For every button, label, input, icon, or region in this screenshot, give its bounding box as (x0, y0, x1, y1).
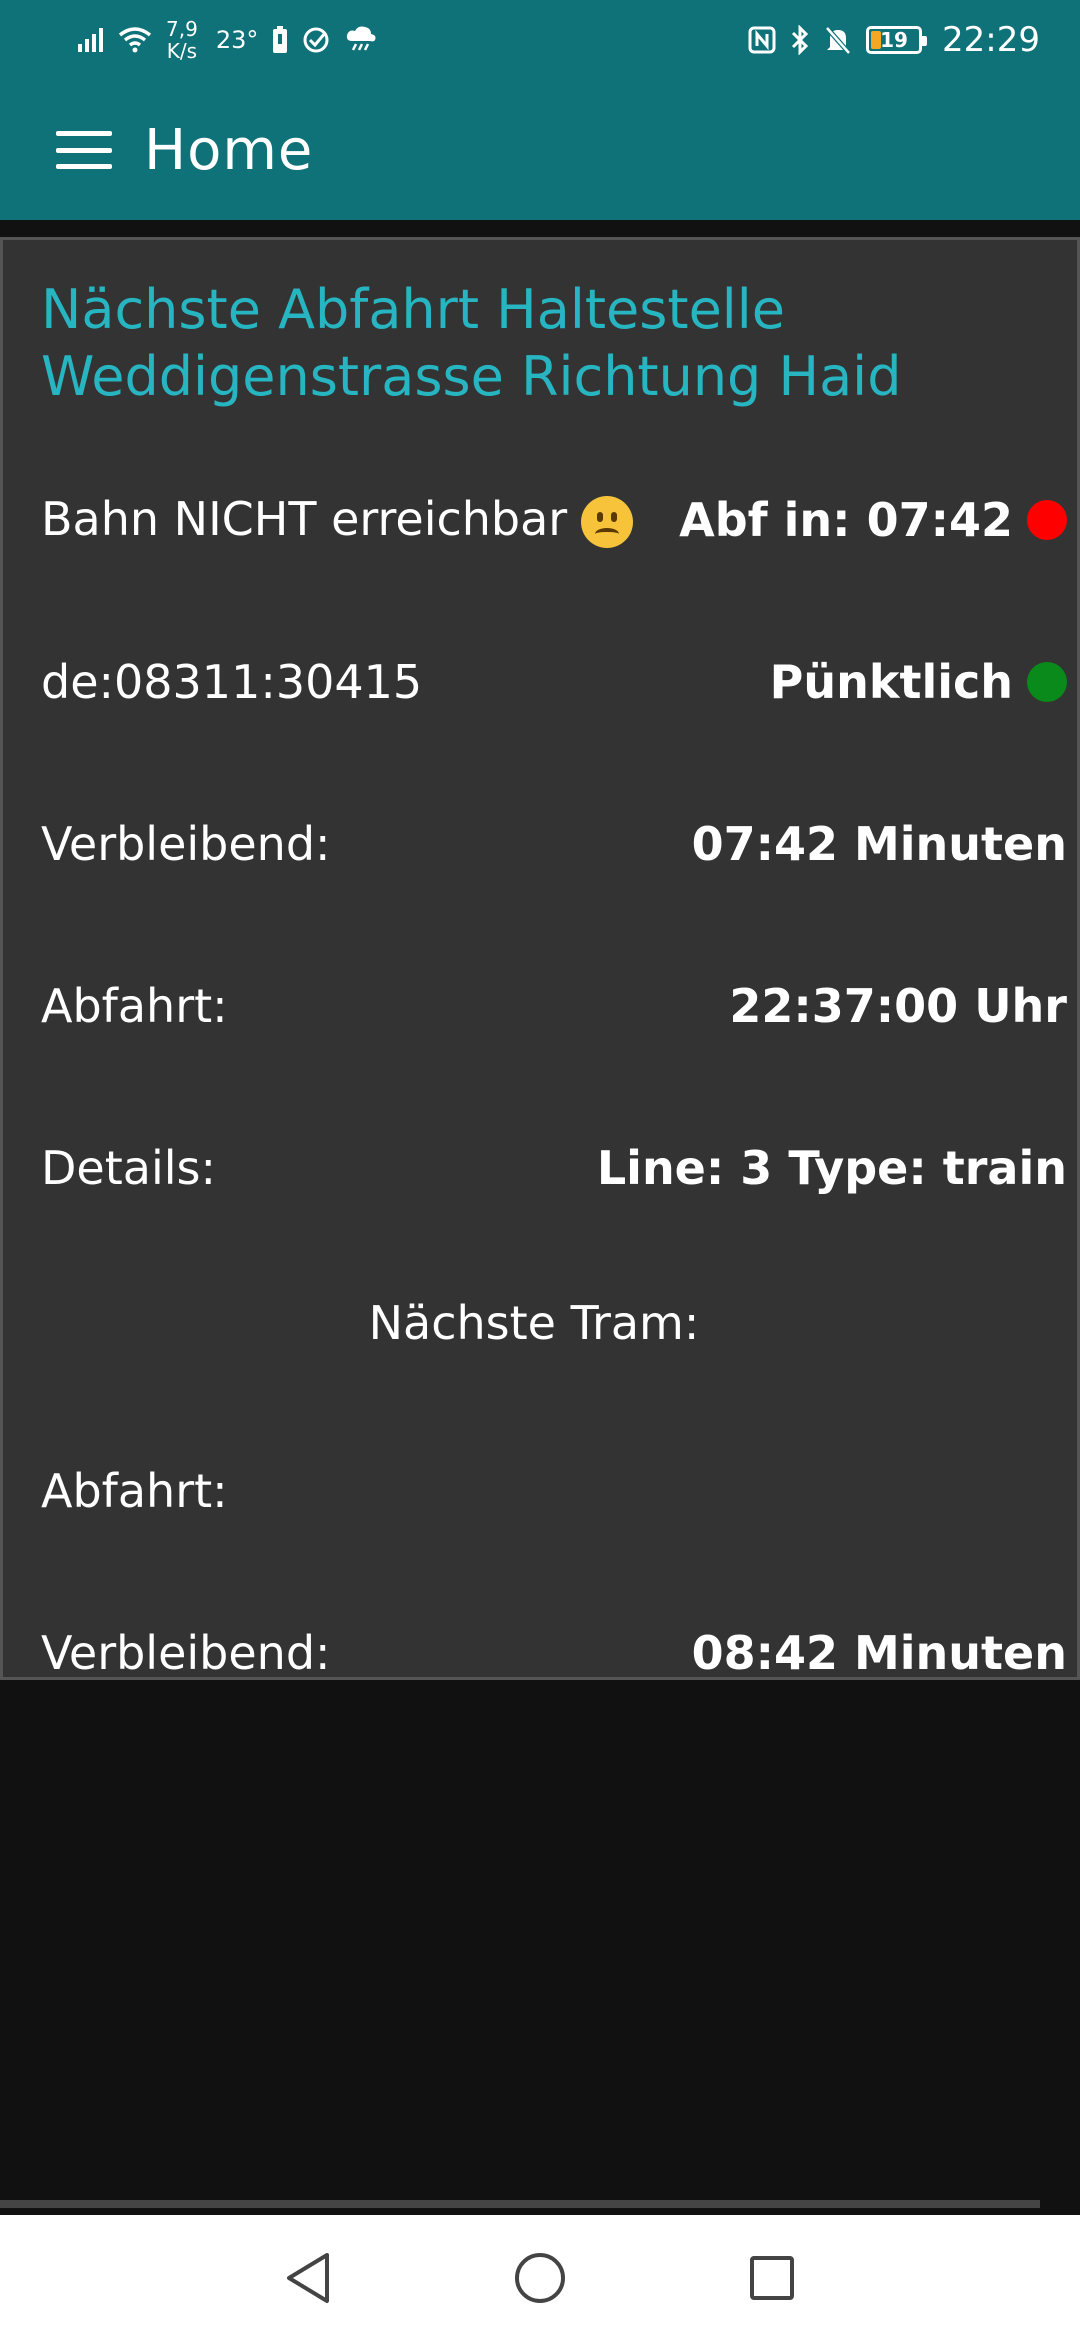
weather-storm-icon (347, 26, 376, 51)
status-bar: 7,9 K/s 23° 19 22:29 (0, 0, 1080, 80)
reachability-label: Bahn NICHT erreichbar (41, 491, 634, 549)
next-tram-heading: Nächste Tram: (368, 1296, 700, 1350)
next-tram-row: Nächste Tram: (41, 1283, 1067, 1363)
punctuality-value: Pünktlich (769, 655, 1013, 709)
reachability-text: Bahn NICHT erreichbar (41, 491, 568, 546)
bell-muted-icon (825, 26, 851, 55)
status-bar-left: 7,9 K/s 23° (78, 18, 378, 62)
battery-level: 19 (880, 28, 908, 52)
departure-row: Abfahrt: 22:37:00 Uhr (41, 966, 1067, 1046)
details-label: Details: (41, 1141, 216, 1195)
next-departure-label: Abfahrt: (41, 1464, 228, 1518)
battery-saver-icon (273, 26, 288, 53)
reachability-row: Bahn NICHT erreichbar Abf in: 07:42 (41, 480, 1067, 560)
next-remaining-label: Verbleibend: (41, 1626, 331, 1680)
signal-icon (78, 28, 103, 52)
status-dot-green (1027, 662, 1067, 702)
next-remaining-value: 08:42 Minuten (691, 1626, 1067, 1680)
departure-time: 22:37:00 Uhr (729, 979, 1067, 1033)
stop-id-row: de:08311:30415 Pünktlich (41, 642, 1067, 722)
check-circle-icon (303, 27, 329, 53)
remaining-value: 07:42 Minuten (691, 817, 1067, 871)
network-speed-unit: K/s (166, 39, 198, 63)
network-speed: 7,9 K/s (166, 18, 198, 62)
status-bar-right: 19 22:29 (748, 20, 1040, 60)
card-title: Nächste Abfahrt Haltestelle Weddigenstra… (41, 278, 902, 408)
recents-square-icon (750, 2255, 794, 2300)
system-nav-bar (0, 2215, 1080, 2340)
temperature: 23° (215, 26, 259, 54)
wifi-icon (118, 27, 152, 53)
hamburger-menu-icon[interactable] (56, 131, 112, 169)
punctuality-status: Pünktlich (770, 655, 1067, 709)
home-button[interactable] (510, 2248, 570, 2308)
remaining-row: Verbleibend: 07:42 Minuten (41, 804, 1067, 884)
home-circle-icon (515, 2252, 565, 2303)
details-value: Line: 3 Type: train (596, 1141, 1067, 1195)
next-departure-row: Abfahrt: (41, 1451, 1067, 1531)
back-triangle-icon (287, 2252, 329, 2303)
back-button[interactable] (278, 2248, 338, 2308)
status-dot-red (1027, 500, 1067, 540)
nfc-icon (748, 26, 776, 54)
details-row: Details: Line: 3 Type: train (41, 1128, 1067, 1208)
recents-button[interactable] (742, 2248, 802, 2308)
scroll-indicator (0, 2200, 1040, 2208)
departure-label: Abfahrt: (41, 979, 228, 1033)
bluetooth-icon (791, 25, 809, 55)
departure-countdown-value: Abf in: 07:42 (679, 493, 1013, 547)
next-remaining-row: Verbleibend: 08:42 Minuten (41, 1613, 1067, 1693)
departure-card: Nächste Abfahrt Haltestelle Weddigenstra… (0, 237, 1080, 1680)
remaining-label: Verbleibend: (41, 817, 331, 871)
sad-face-icon (581, 496, 634, 549)
page-title: Home (144, 117, 314, 183)
network-speed-value: 7,9 (166, 17, 198, 41)
battery-icon: 19 (866, 26, 928, 54)
stop-id: de:08311:30415 (41, 655, 423, 709)
departure-countdown: Abf in: 07:42 (679, 493, 1067, 547)
app-bar: Home (0, 80, 1080, 220)
clock: 22:29 (942, 20, 1040, 60)
